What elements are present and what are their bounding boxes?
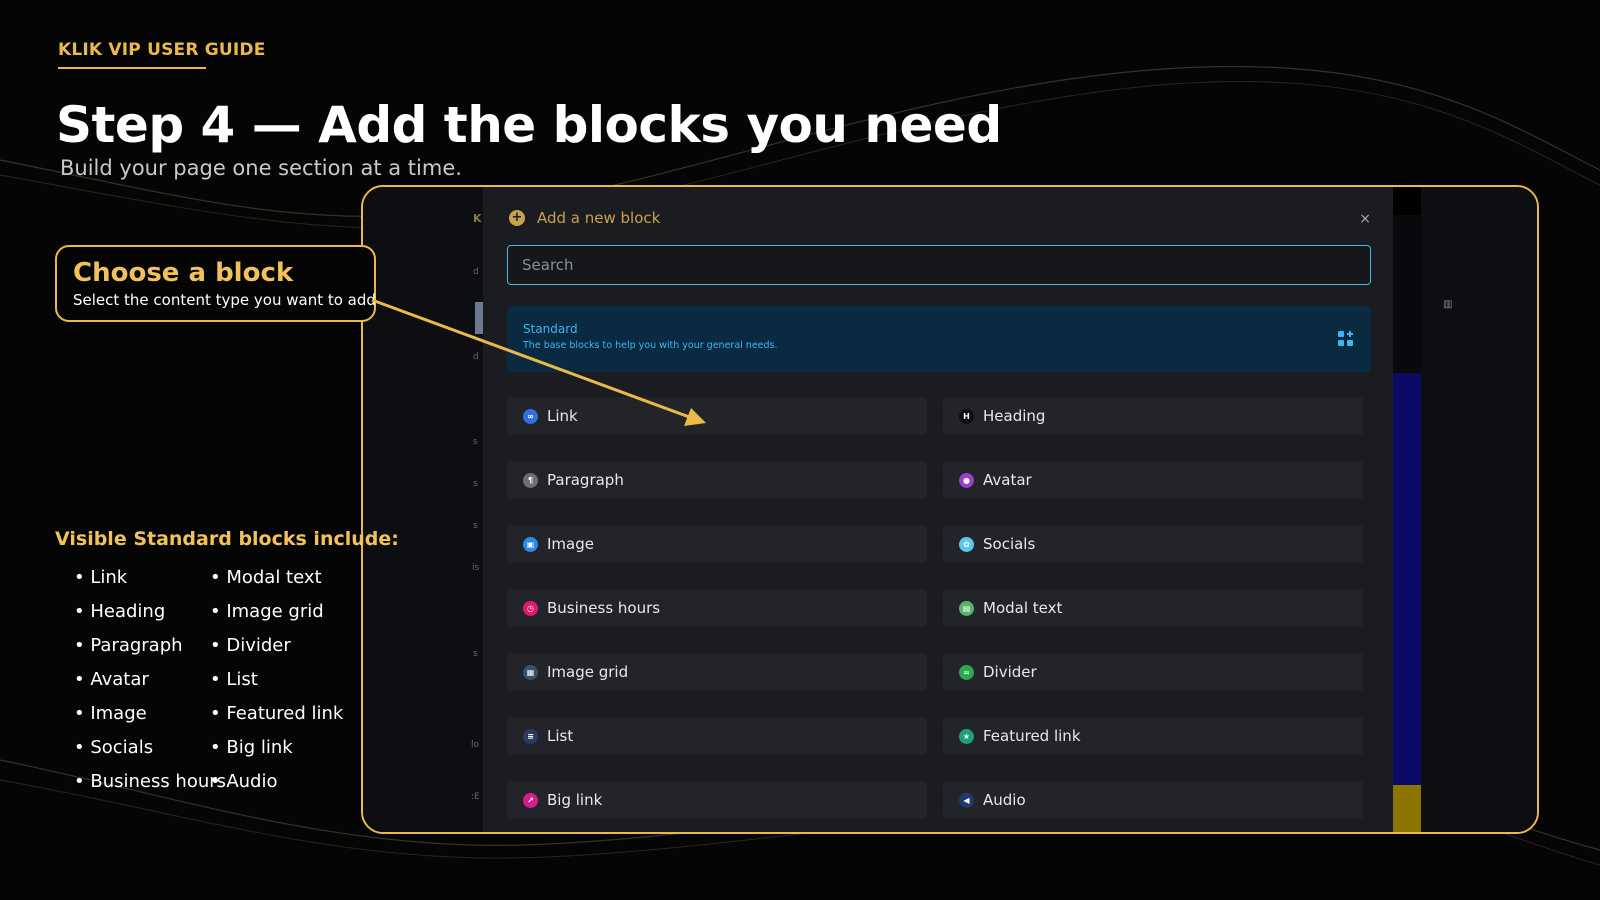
background-fragment: :E — [471, 792, 480, 802]
visible-block-list-item: • Big link — [210, 737, 293, 758]
block-option-modal-text[interactable]: ▤ Modal text — [943, 589, 1363, 627]
audio-icon: ◀ — [959, 792, 974, 808]
block-option-label: Divider — [983, 663, 1037, 681]
block-option-label: Image — [547, 535, 594, 553]
background-selection-bar — [475, 302, 483, 334]
background-gold-panel — [1393, 785, 1421, 832]
background-fragment: s — [473, 521, 478, 531]
visible-blocks-heading: Visible Standard blocks include: — [55, 528, 399, 550]
block-option-paragraph[interactable]: ¶ Paragraph — [507, 461, 927, 499]
block-option-featured-link[interactable]: ★ Featured link — [943, 717, 1363, 755]
visible-block-list-item: • Audio — [210, 771, 278, 792]
divider-icon: = — [959, 664, 974, 680]
block-option-big-link[interactable]: ↗ Big link — [507, 781, 927, 819]
close-icon[interactable]: × — [1359, 211, 1371, 227]
visible-blocks-list-a: • Link • Heading • Paragraph • Avatar • Imag… — [74, 566, 226, 804]
category-title: Standard — [523, 322, 578, 336]
block-option-label: Image grid — [547, 663, 629, 681]
background-blue-panel — [1393, 373, 1421, 785]
paragraph-icon: ¶ — [523, 472, 538, 488]
block-option-label: Big link — [547, 791, 603, 809]
chart-icon: ▥ — [1443, 299, 1453, 310]
background-fragment: s — [473, 649, 478, 659]
heading-icon: H — [959, 408, 974, 424]
block-option-label: Socials — [983, 535, 1036, 553]
visible-block-list-item: • Avatar — [74, 669, 149, 690]
background-topbar — [1393, 187, 1421, 215]
block-option-divider[interactable]: = Divider — [943, 653, 1363, 691]
block-option-label: Heading — [983, 407, 1046, 425]
block-option-image-grid[interactable]: ▦ Image grid — [507, 653, 927, 691]
blocks-icon — [1338, 331, 1353, 346]
visible-block-list-item: • List — [210, 669, 258, 690]
eyebrow-underline — [58, 67, 206, 69]
visible-block-list-item: • Featured link — [210, 703, 344, 724]
background-fragment: is — [472, 563, 480, 573]
block-option-image[interactable]: ▣ Image — [507, 525, 927, 563]
background-dark-panel — [1393, 215, 1421, 373]
visible-block-list-item: • Heading — [74, 601, 166, 622]
block-option-audio[interactable]: ◀ Audio — [943, 781, 1363, 819]
block-option-link[interactable]: ∞ Link — [507, 397, 927, 435]
visible-block-list-item: • Image grid — [210, 601, 324, 622]
block-option-label: Avatar — [983, 471, 1032, 489]
callout-text: Select the content type you want to add — [73, 291, 376, 309]
block-option-label: Link — [547, 407, 578, 425]
guide-eyebrow: KLIK VIP USER GUIDE — [58, 40, 266, 60]
background-app-left: K d d s s s is s lo :E — [363, 187, 483, 832]
slide-subtitle: Build your page one section at a time. — [60, 156, 462, 180]
block-option-label: Modal text — [983, 599, 1063, 617]
visible-block-list-item: • Business hours — [74, 771, 227, 792]
block-option-socials[interactable]: ✿ Socials — [943, 525, 1363, 563]
socials-icon: ✿ — [959, 536, 974, 552]
image-grid-icon: ▦ — [523, 664, 538, 680]
add-block-modal: + Add a new block × Standard The base bl… — [483, 187, 1393, 832]
block-option-label: Audio — [983, 791, 1026, 809]
link-icon: ∞ — [523, 408, 538, 424]
visible-block-list-item: • Image — [74, 703, 147, 724]
modal-text-icon: ▤ — [959, 600, 974, 616]
callout-box: Choose a block Select the content type y… — [55, 245, 376, 322]
modal-header: + Add a new block — [509, 209, 660, 227]
background-fragment: d — [473, 352, 479, 362]
background-fragment: d — [473, 267, 479, 277]
list-icon: ≡ — [523, 728, 538, 744]
block-option-label: Featured link — [983, 727, 1081, 745]
background-app-right: ▥ — [1393, 187, 1537, 832]
visible-block-list-item: • Link — [74, 567, 128, 588]
block-option-label: List — [547, 727, 574, 745]
search-input[interactable] — [507, 245, 1371, 285]
visible-block-list-item: • Socials — [74, 737, 154, 758]
background-fragment: s — [473, 479, 478, 489]
block-option-business-hours[interactable]: ◷ Business hours — [507, 589, 927, 627]
avatar-icon: ● — [959, 472, 974, 488]
block-option-avatar[interactable]: ● Avatar — [943, 461, 1363, 499]
category-standard[interactable]: Standard The base blocks to help you wit… — [507, 306, 1371, 372]
slide-title: Step 4 — Add the blocks you need — [56, 96, 1002, 154]
screenshot-frame: K d d s s s is s lo :E ▥ + Add a new blo… — [361, 185, 1539, 834]
visible-blocks-list-b: • Modal text • Image grid • Divider • List •… — [210, 566, 343, 804]
background-fragment: s — [473, 437, 478, 447]
visible-block-list-item: • Modal text — [210, 567, 322, 588]
block-option-heading[interactable]: H Heading — [943, 397, 1363, 435]
callout-title: Choose a block — [73, 258, 294, 288]
block-option-list[interactable]: ≡ List — [507, 717, 927, 755]
clock-icon: ◷ — [523, 600, 538, 616]
background-logo-fragment: K — [473, 212, 482, 225]
visible-block-list-item: • Paragraph — [74, 635, 183, 656]
block-option-label: Business hours — [547, 599, 661, 617]
modal-title: Add a new block — [537, 209, 661, 227]
block-option-label: Paragraph — [547, 471, 624, 489]
background-fragment: lo — [471, 740, 480, 750]
image-icon: ▣ — [523, 536, 538, 552]
featured-link-icon: ★ — [959, 728, 974, 744]
big-link-icon: ↗ — [523, 792, 538, 808]
visible-block-list-item: • Divider — [210, 635, 291, 656]
category-description: The base blocks to help you with your ge… — [523, 340, 778, 351]
plus-circle-icon: + — [509, 210, 525, 226]
